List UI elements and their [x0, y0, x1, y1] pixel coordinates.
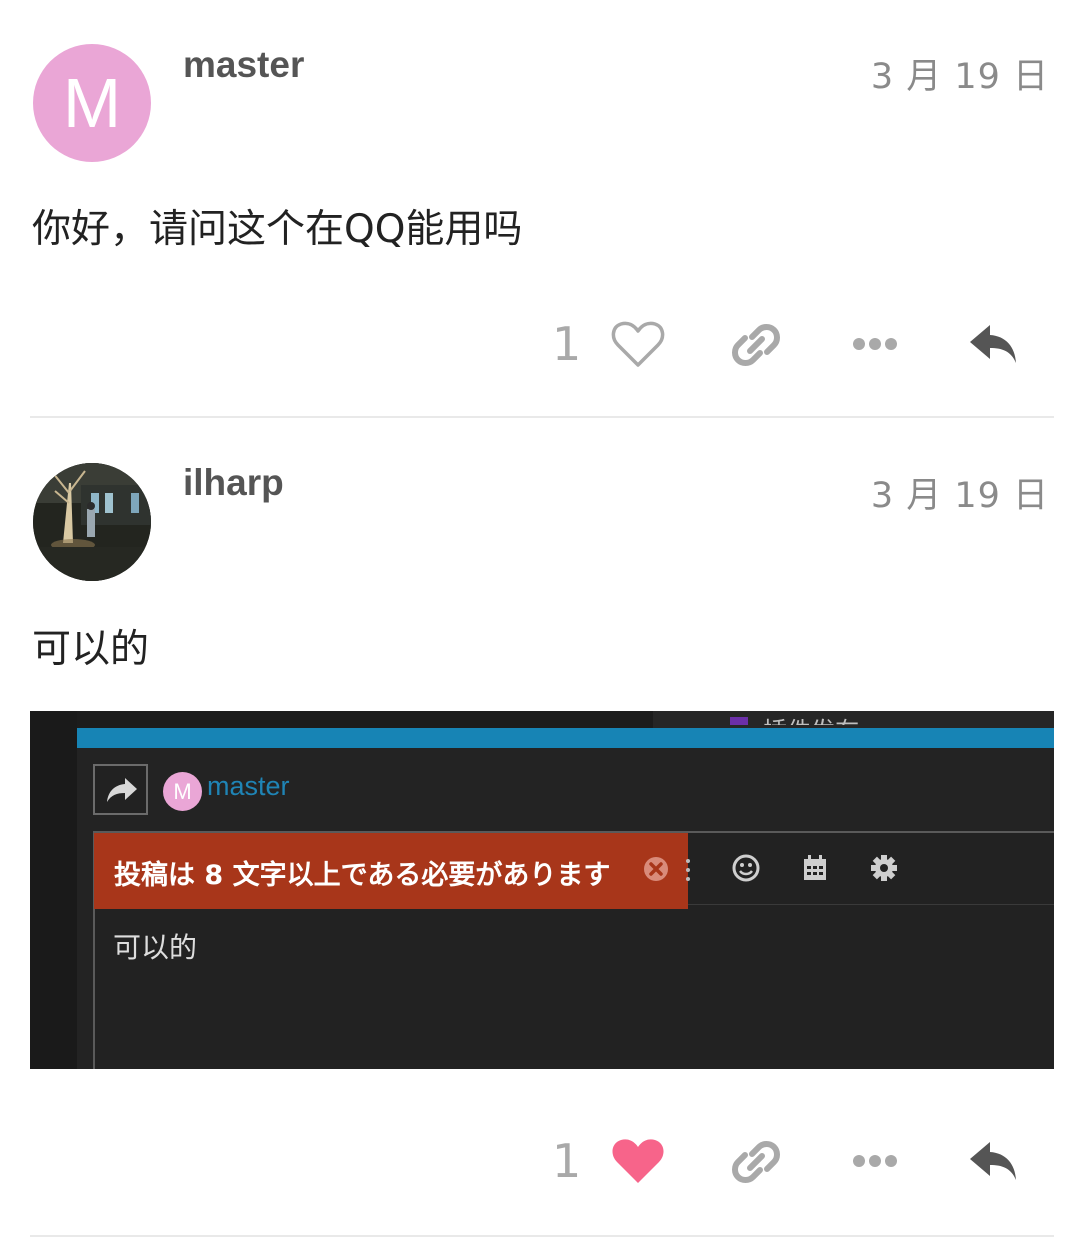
avatar[interactable] [33, 463, 151, 581]
share-arrow-icon [107, 778, 137, 802]
photo-avatar-icon [33, 463, 151, 581]
screenshot-blue-bar [77, 728, 1054, 748]
post-divider [30, 1235, 1054, 1237]
post-2: ilharp 3 月 19 日 可以的 插件发布 M master 投稿は 8 … [0, 0, 1077, 1243]
reply-icon[interactable] [964, 1132, 1024, 1192]
toolbar-dots-icon [686, 859, 690, 881]
link-icon[interactable] [726, 1132, 786, 1192]
post-date[interactable]: 3 月 19 日 [871, 467, 1049, 518]
post-actions: 1 [0, 1132, 1077, 1192]
post-content: 可以的 [32, 627, 150, 672]
attached-screenshot[interactable]: 插件发布 M master 投稿は 8 文字以上である必要があります [30, 711, 1054, 1069]
screenshot-username: master [207, 771, 290, 801]
calendar-icon [804, 855, 826, 880]
username[interactable]: ilharp [183, 462, 284, 504]
close-circle-icon [644, 857, 668, 881]
screenshot-editor-text: 可以的 [113, 931, 198, 964]
screenshot-error-banner: 投稿は 8 文字以上である必要があります [94, 833, 688, 909]
emoji-icon [732, 854, 760, 882]
gear-icon [871, 855, 897, 881]
heart-filled-icon[interactable] [608, 1132, 668, 1192]
screenshot-toolbar-divider [686, 904, 1054, 905]
screenshot-left-bar [30, 711, 77, 1069]
screenshot-avatar: M [163, 772, 202, 811]
screenshot-cut-label: 插件发布 [730, 717, 860, 725]
screenshot-error-text: 投稿は 8 文字以上である必要があります [114, 860, 611, 891]
like-count[interactable]: 1 [552, 1134, 581, 1188]
more-icon[interactable] [845, 1132, 905, 1192]
screenshot-reply-button [93, 764, 148, 815]
screenshot-top-strip [77, 711, 1054, 728]
